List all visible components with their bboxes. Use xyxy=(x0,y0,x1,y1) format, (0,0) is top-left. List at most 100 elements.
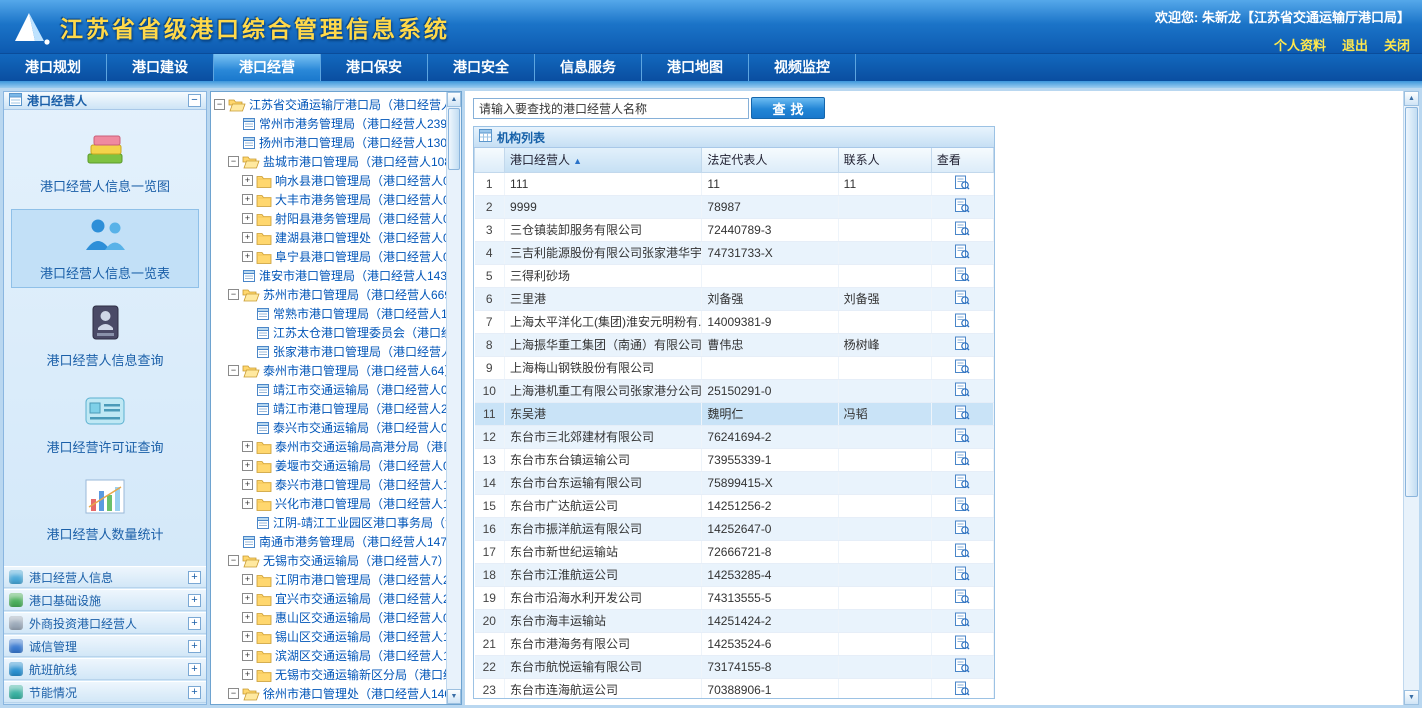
tree-node[interactable]: −泰州市港口管理局（港口经营人64） xyxy=(211,361,446,380)
tree-plus-icon[interactable]: + xyxy=(242,593,253,604)
tree-node[interactable]: +锡山区交通运输局（港口经营人1） xyxy=(211,627,446,646)
view-detail-icon[interactable] xyxy=(954,589,970,604)
view-detail-icon[interactable] xyxy=(954,359,970,374)
table-row[interactable]: 11东吴港魏明仁冯韬 xyxy=(475,402,994,425)
tree-node[interactable]: +江阴市港口管理局（港口经营人2） xyxy=(211,570,446,589)
accordion-item[interactable]: 诚信管理+ xyxy=(4,635,206,657)
view-detail-icon[interactable] xyxy=(954,451,970,466)
view-detail-icon[interactable] xyxy=(954,612,970,627)
tree-plus-icon[interactable]: + xyxy=(242,574,253,585)
table-row[interactable]: 3三仓镇装卸服务有限公司72440789-3 xyxy=(475,218,994,241)
table-row[interactable]: 14东台市台东运输有限公司75899415-X xyxy=(475,471,994,494)
view-detail-icon[interactable] xyxy=(954,175,970,190)
table-row[interactable]: 13东台市东台镇运输公司73955339-1 xyxy=(475,448,994,471)
tree-minus-icon[interactable]: − xyxy=(228,365,239,376)
table-row[interactable]: 6三里港刘备强刘备强 xyxy=(475,287,994,310)
table-row[interactable]: 17东台市新世纪运输站72666721-8 xyxy=(475,540,994,563)
expand-plus-icon[interactable]: + xyxy=(188,686,201,699)
expand-plus-icon[interactable]: + xyxy=(188,663,201,676)
tree-node[interactable]: 南通市港务管理局（港口经营人147） xyxy=(211,532,446,551)
sidebar-item-operator-overview-table[interactable]: 港口经营人信息一览表 xyxy=(11,209,199,288)
page-scrollbar[interactable]: ▲ ▼ xyxy=(1403,91,1419,705)
tree-node[interactable]: 张家港市港口管理局（港口经营人10 xyxy=(211,342,446,361)
view-detail-icon[interactable] xyxy=(954,290,970,305)
table-row[interactable]: 20东台市海丰运输站14251424-2 xyxy=(475,609,994,632)
tree-plus-icon[interactable]: + xyxy=(242,213,253,224)
search-button[interactable]: 查找 xyxy=(751,97,825,119)
sidebar-item-operator-statistics[interactable]: 港口经营人数量统计 xyxy=(11,470,199,549)
table-row[interactable]: 5三得利砂场 xyxy=(475,264,994,287)
tree-node[interactable]: +邳州市港口管理处（港口经营人36） xyxy=(211,703,446,704)
view-detail-icon[interactable] xyxy=(954,428,970,443)
accordion-item[interactable]: 港口经营人信息+ xyxy=(4,566,206,588)
col-contact[interactable]: 联系人 xyxy=(838,148,931,172)
tree-plus-icon[interactable]: + xyxy=(242,498,253,509)
table-row[interactable]: 15东台市广达航运公司14251256-2 xyxy=(475,494,994,517)
tree-node[interactable]: −苏州市港口管理局（港口经营人669） xyxy=(211,285,446,304)
expand-plus-icon[interactable]: + xyxy=(188,617,201,630)
view-detail-icon[interactable] xyxy=(954,543,970,558)
tree-plus-icon[interactable]: + xyxy=(242,669,253,680)
tree-node[interactable]: 常州市港务管理局（港口经营人239） xyxy=(211,114,446,133)
accordion-item[interactable]: 节能情况+ xyxy=(4,681,206,703)
tree-plus-icon[interactable]: + xyxy=(242,194,253,205)
table-row[interactable]: 9上海梅山钢铁股份有限公司 xyxy=(475,356,994,379)
col-legal-representative[interactable]: 法定代表人 xyxy=(702,148,838,172)
expand-plus-icon[interactable]: + xyxy=(188,571,201,584)
tree-plus-icon[interactable]: + xyxy=(242,175,253,186)
tree-node[interactable]: −无锡市交通运输局（港口经营人7） xyxy=(211,551,446,570)
tree-plus-icon[interactable]: + xyxy=(242,441,253,452)
top-link-2[interactable]: 退出 xyxy=(1342,38,1368,53)
tree-minus-icon[interactable]: − xyxy=(228,156,239,167)
accordion-item[interactable]: 规费情况+ xyxy=(4,704,206,705)
table-row[interactable]: 19东台市沿海水利开发公司74313555-5 xyxy=(475,586,994,609)
view-detail-icon[interactable] xyxy=(954,658,970,673)
table-row[interactable]: 8上海振华重工集团（南通）有限公司曹伟忠杨树峰 xyxy=(475,333,994,356)
scroll-down-icon[interactable]: ▼ xyxy=(1404,690,1419,705)
view-detail-icon[interactable] xyxy=(954,221,970,236)
tree-node[interactable]: 扬州市港口管理局（港口经营人130） xyxy=(211,133,446,152)
sidebar-item-operator-info-query[interactable]: 港口经营人信息查询 xyxy=(11,296,199,375)
table-row[interactable]: 12东台市三北郊建材有限公司76241694-2 xyxy=(475,425,994,448)
tree-node[interactable]: +泰兴市港口管理局（港口经营人11） xyxy=(211,475,446,494)
nav-tab-4[interactable]: 港口保安 xyxy=(321,54,428,81)
tree-node[interactable]: +泰州市交通运输局高港分局（港口经 xyxy=(211,437,446,456)
table-row[interactable]: 4三吉利能源股份有限公司张家港华宇...74731733-X xyxy=(475,241,994,264)
tree-node[interactable]: 淮安市港口管理局（港口经营人143） xyxy=(211,266,446,285)
tree-minus-icon[interactable]: − xyxy=(228,555,239,566)
tree-node[interactable]: 泰兴市交通运输局（港口经营人0） xyxy=(211,418,446,437)
view-detail-icon[interactable] xyxy=(954,244,970,259)
view-detail-icon[interactable] xyxy=(954,198,970,213)
tree-minus-icon[interactable]: − xyxy=(228,688,239,699)
table-row[interactable]: 23东台市连海航运公司70388906-1 xyxy=(475,678,994,699)
tree-plus-icon[interactable]: + xyxy=(242,232,253,243)
tree-node[interactable]: +建湖县港口管理处（港口经营人0） xyxy=(211,228,446,247)
top-link-1[interactable]: 个人资料 xyxy=(1274,38,1326,53)
view-detail-icon[interactable] xyxy=(954,267,970,282)
tree-node[interactable]: −盐城市港口管理局（港口经营人108） xyxy=(211,152,446,171)
tree-node[interactable]: 靖江市交通运输局（港口经营人0） xyxy=(211,380,446,399)
tree-minus-icon[interactable]: − xyxy=(228,289,239,300)
nav-tab-3[interactable]: 港口经营 xyxy=(214,54,321,81)
tree-minus-icon[interactable]: − xyxy=(214,99,225,110)
tree-node[interactable]: −江苏省交通运输厅港口局（港口经营人200 xyxy=(211,95,446,114)
tree-node[interactable]: +射阳县港务管理局（港口经营人0） xyxy=(211,209,446,228)
scroll-thumb[interactable] xyxy=(1405,107,1418,497)
view-detail-icon[interactable] xyxy=(954,405,970,420)
tree-node[interactable]: 江阴-靖江工业园区港口事务局（港口 xyxy=(211,513,446,532)
view-detail-icon[interactable] xyxy=(954,566,970,581)
tree-node[interactable]: 靖江市港口管理局（港口经营人26） xyxy=(211,399,446,418)
scroll-up-icon[interactable]: ▲ xyxy=(447,92,461,107)
table-row[interactable]: 11111111 xyxy=(475,172,994,195)
accordion-item[interactable]: 港口基础设施+ xyxy=(4,589,206,611)
tree-plus-icon[interactable]: + xyxy=(242,650,253,661)
view-detail-icon[interactable] xyxy=(954,520,970,535)
tree-node[interactable]: +兴化市港口管理局（港口经营人1） xyxy=(211,494,446,513)
table-row[interactable]: 16东台市振洋航运有限公司14252647-0 xyxy=(475,517,994,540)
table-row[interactable]: 7上海太平洋化工(集团)淮安元明粉有...14009381-9 xyxy=(475,310,994,333)
table-row[interactable]: 22东台市航悦运输有限公司73174155-8 xyxy=(475,655,994,678)
table-row[interactable]: 21东台市港海务有限公司14253524-6 xyxy=(475,632,994,655)
tree-node[interactable]: +阜宁县港口管理局（港口经营人0） xyxy=(211,247,446,266)
table-row[interactable]: 2999978987 xyxy=(475,195,994,218)
sidebar-item-operator-overview-chart[interactable]: 港口经营人信息一览图 xyxy=(11,122,199,201)
